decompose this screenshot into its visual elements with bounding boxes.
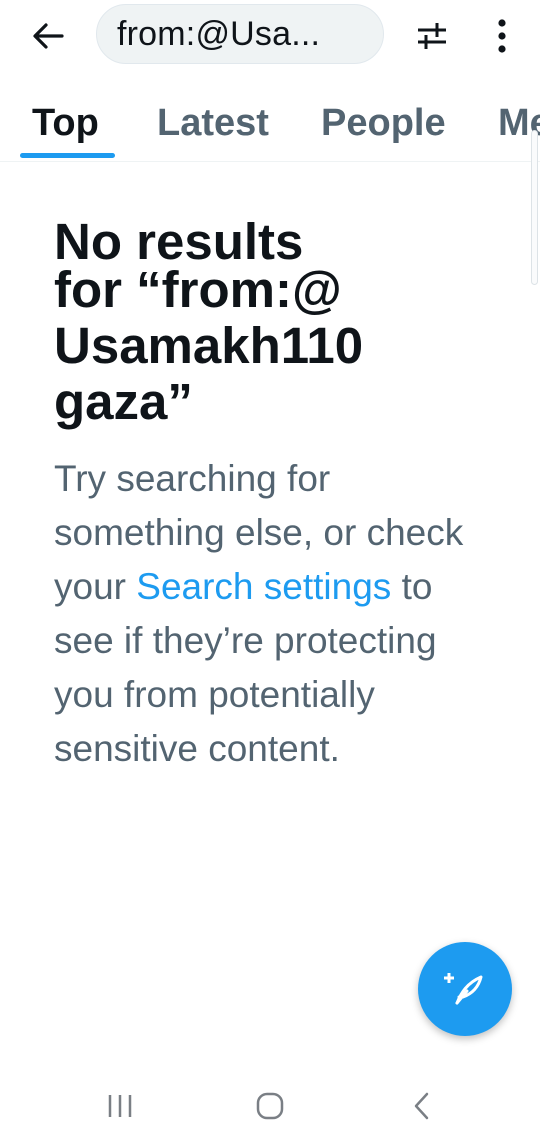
home-button[interactable] xyxy=(240,1084,300,1128)
sliders-icon xyxy=(418,23,446,49)
recent-apps-icon xyxy=(108,1095,132,1117)
tab-latest[interactable]: Latest xyxy=(157,102,269,145)
heading-line: gaza” xyxy=(54,373,193,430)
top-bar: from:@Usa... xyxy=(0,0,540,72)
search-tabs: Top Latest People Me xyxy=(0,92,540,162)
search-input[interactable]: from:@Usa... xyxy=(96,4,384,64)
compose-post-button[interactable] xyxy=(418,942,512,1036)
back-chevron-icon xyxy=(414,1092,429,1120)
active-tab-indicator xyxy=(20,153,115,158)
system-navigation-bar xyxy=(0,1070,540,1143)
more-vertical-icon xyxy=(498,19,506,53)
empty-state-heading: No results for “from:@ Usamakh110 gaza” xyxy=(54,214,494,430)
heading-line: Usamakh110 xyxy=(54,317,364,374)
compose-post-icon xyxy=(444,973,483,1005)
more-options-button[interactable] xyxy=(482,12,522,60)
tab-top[interactable]: Top xyxy=(32,102,99,145)
system-back-button[interactable] xyxy=(392,1084,452,1128)
empty-state: No results for “from:@ Usamakh110 gaza” … xyxy=(54,214,494,776)
tab-people[interactable]: People xyxy=(321,102,446,145)
search-results-screen: from:@Usa... Top Latest People Me xyxy=(0,0,540,1143)
home-icon xyxy=(256,1092,284,1120)
search-settings-link[interactable]: Search settings xyxy=(136,566,391,607)
search-query-text: from:@Usa... xyxy=(117,14,321,53)
empty-state-message: Try searching for something else, or che… xyxy=(54,452,494,776)
back-button[interactable] xyxy=(26,14,70,58)
scrollbar[interactable] xyxy=(531,130,538,285)
search-filter-button[interactable] xyxy=(410,14,454,58)
heading-line: for “from:@ xyxy=(54,261,342,318)
recent-apps-button[interactable] xyxy=(90,1084,150,1128)
arrow-left-icon xyxy=(33,23,64,49)
